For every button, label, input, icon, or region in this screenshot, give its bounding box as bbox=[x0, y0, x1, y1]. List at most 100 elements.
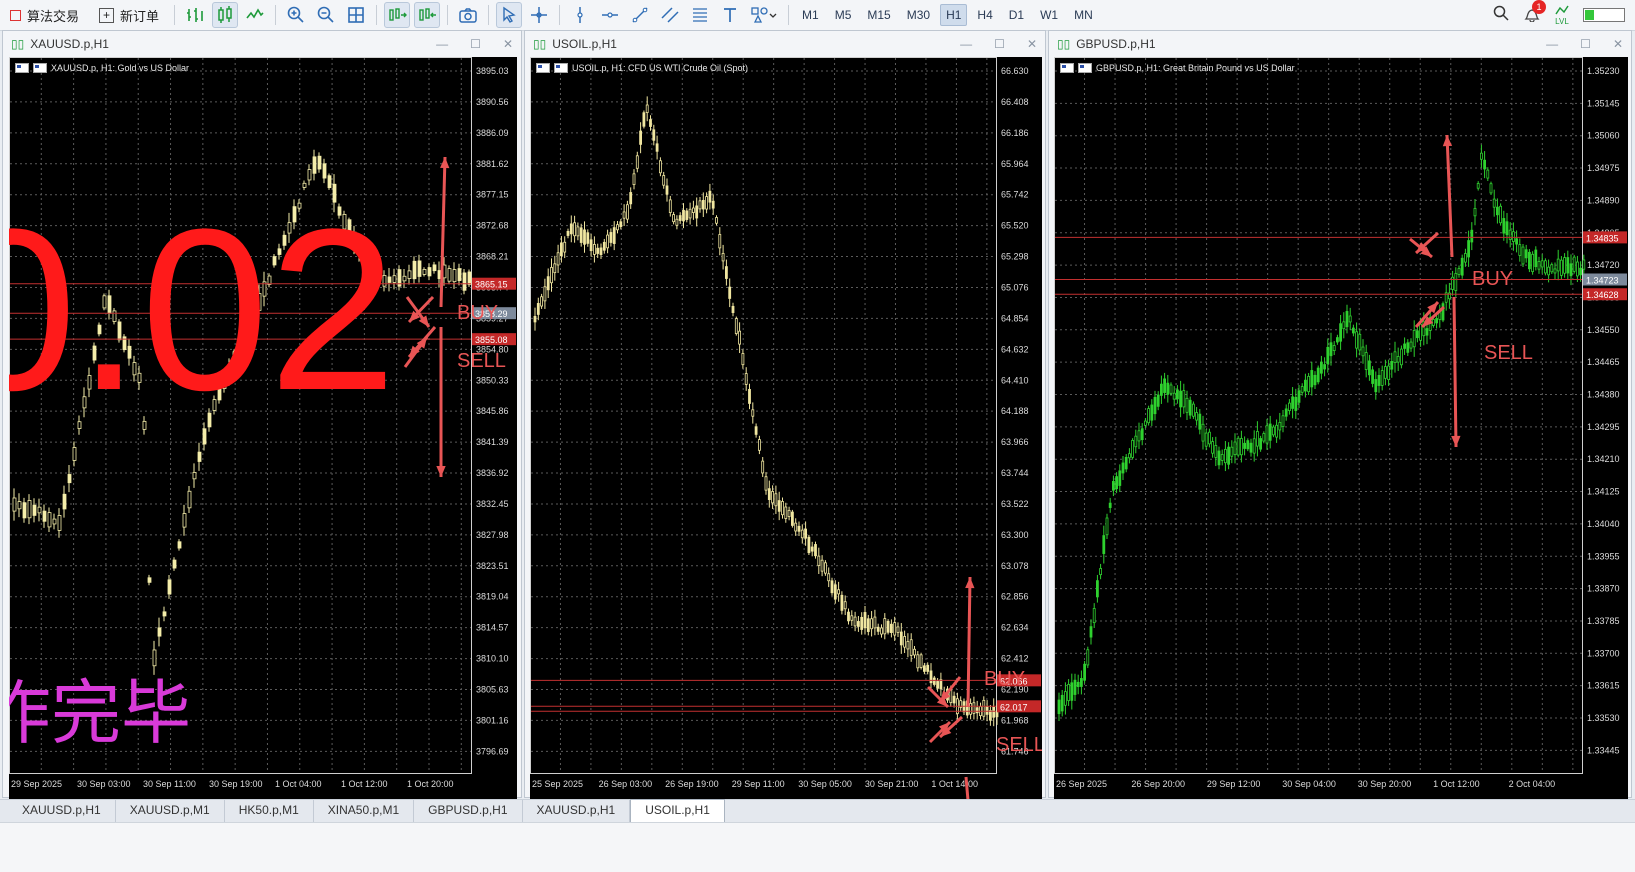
price-axis-tick: 1.34465 bbox=[1587, 357, 1620, 367]
candle-body bbox=[985, 706, 989, 715]
chart-window-xauusd[interactable]: ▯▯ XAUUSD.p,H1 — ☐ ✕ 3895.03 3890.56 3886.… bbox=[2, 30, 522, 799]
chart-tab[interactable]: XAUUSD.p,H1 bbox=[8, 800, 116, 822]
timeframe-m1-button[interactable]: M1 bbox=[796, 4, 825, 26]
candle-body bbox=[787, 510, 791, 517]
notifications-icon[interactable]: 1 bbox=[1523, 0, 1546, 27]
candle-body bbox=[840, 594, 844, 611]
chart-plot-area[interactable]: 3895.03 3890.56 3886.09 3881.62 3877.15 3872.… bbox=[9, 57, 517, 799]
candle-body bbox=[972, 702, 976, 714]
candle-body bbox=[1252, 438, 1256, 454]
tile-windows-icon[interactable] bbox=[343, 2, 369, 28]
candle-body bbox=[860, 616, 864, 630]
candle-body bbox=[1275, 424, 1279, 438]
timeframe-m15-button[interactable]: M15 bbox=[861, 4, 896, 26]
chart-tab[interactable]: XINA50.p,M1 bbox=[314, 800, 415, 822]
timeframe-w1-button[interactable]: W1 bbox=[1034, 4, 1064, 26]
shapes-dropdown-icon[interactable] bbox=[747, 2, 781, 28]
chart-window-usoil[interactable]: ▯▯ USOIL.p,H1 — ☐ ✕ 66.630 66.408 66.186 65… bbox=[524, 30, 1046, 799]
candle-body bbox=[612, 227, 616, 244]
candle-body bbox=[1236, 437, 1240, 456]
chart-shift-icon[interactable] bbox=[414, 2, 441, 28]
timeframe-d1-button[interactable]: D1 bbox=[1003, 4, 1030, 26]
candle-body bbox=[553, 263, 557, 274]
minimize-icon[interactable]: — bbox=[436, 37, 448, 51]
candle-body bbox=[1425, 328, 1429, 336]
timeframe-h1-button[interactable]: H1 bbox=[940, 4, 968, 26]
chart-plot-area[interactable]: 66.630 66.408 66.186 65.964 65.742 65.520 65.2… bbox=[530, 57, 1042, 799]
screenshot-camera-icon[interactable] bbox=[455, 2, 481, 28]
candle-body bbox=[616, 224, 619, 231]
chart-plot-area[interactable]: 1.35230 1.35145 1.35060 1.34975 1.34890 1.348… bbox=[1054, 57, 1628, 799]
candle-body bbox=[47, 512, 52, 528]
timeframe-m5-button[interactable]: M5 bbox=[829, 4, 858, 26]
close-icon[interactable]: ✕ bbox=[1027, 37, 1037, 51]
price-axis-tick: 3895.03 bbox=[476, 66, 509, 76]
candle-body bbox=[903, 636, 907, 648]
candlestick-chart-icon[interactable] bbox=[212, 2, 239, 28]
fibonacci-icon[interactable] bbox=[687, 2, 713, 28]
candle-body bbox=[1534, 249, 1538, 268]
chart-tab[interactable]: XAUUSD.p,H1 bbox=[523, 800, 631, 822]
candle-body bbox=[1399, 348, 1403, 366]
new-order-button[interactable]: + 新订单 bbox=[89, 0, 169, 30]
close-icon[interactable]: ✕ bbox=[1613, 37, 1623, 51]
crosshair-icon[interactable] bbox=[526, 2, 552, 28]
candle-body bbox=[1387, 365, 1391, 381]
cursor-arrow-icon[interactable] bbox=[496, 2, 523, 28]
window-title-bar[interactable]: ▯▯ XAUUSD.p,H1 — ☐ ✕ bbox=[3, 31, 521, 57]
window-title-bar[interactable]: ▯▯ GBPUSD.p,H1 — ☐ ✕ bbox=[1049, 31, 1631, 57]
price-chart-svg[interactable]: 3895.03 3890.56 3886.09 3881.62 3877.15 3872.… bbox=[9, 57, 517, 799]
vertical-line-icon[interactable] bbox=[567, 2, 593, 28]
candle-body bbox=[715, 217, 718, 224]
price-chart-svg[interactable]: 66.630 66.408 66.186 65.964 65.742 65.520 65.2… bbox=[530, 57, 1042, 799]
maximize-icon[interactable]: ☐ bbox=[1580, 37, 1591, 51]
annotation-arrowhead bbox=[436, 465, 446, 477]
price-axis-tick: 1.34125 bbox=[1587, 487, 1620, 497]
candle-body bbox=[1108, 502, 1112, 508]
chart-tab[interactable]: GBPUSD.p,H1 bbox=[414, 800, 523, 822]
candle-body bbox=[1204, 432, 1208, 447]
candle-body bbox=[771, 491, 775, 504]
timeframe-h4-button[interactable]: H4 bbox=[971, 4, 998, 26]
equidistant-channel-icon[interactable] bbox=[657, 2, 683, 28]
candle-body bbox=[1323, 364, 1327, 370]
line-chart-icon[interactable] bbox=[242, 2, 268, 28]
auto-scroll-icon[interactable] bbox=[384, 2, 411, 28]
maximize-icon[interactable]: ☐ bbox=[470, 37, 481, 51]
time-axis-tick: 30 Sep 20:00 bbox=[1358, 779, 1412, 789]
time-axis-tick: 26 Sep 03:00 bbox=[599, 779, 653, 789]
candle-body bbox=[1131, 440, 1134, 458]
chart-window-gbpusd[interactable]: ▯▯ GBPUSD.p,H1 — ☐ ✕ 1.35230 1.35145 1.350… bbox=[1048, 30, 1632, 799]
horizontal-line-icon[interactable] bbox=[597, 2, 623, 28]
chart-tab[interactable]: HK50.p,M1 bbox=[225, 800, 314, 822]
window-title-bar[interactable]: ▯▯ USOIL.p,H1 — ☐ ✕ bbox=[525, 31, 1045, 57]
candle-body bbox=[1521, 246, 1525, 265]
timeframe-m30-button[interactable]: M30 bbox=[901, 4, 936, 26]
bar-chart-icon[interactable] bbox=[182, 2, 208, 28]
minimize-icon[interactable]: — bbox=[960, 37, 972, 51]
candle-body bbox=[1083, 663, 1087, 681]
price-axis-tick: 3810.10 bbox=[476, 654, 509, 664]
minimize-icon[interactable]: — bbox=[1546, 37, 1558, 51]
candle-body bbox=[1150, 404, 1154, 421]
zoom-in-icon[interactable] bbox=[283, 2, 309, 28]
candle-body bbox=[402, 275, 407, 282]
close-icon[interactable]: ✕ bbox=[503, 37, 513, 51]
text-tool-icon[interactable] bbox=[717, 2, 743, 28]
candle-body bbox=[589, 239, 593, 252]
candle-body bbox=[1463, 253, 1467, 263]
price-axis-tick: 3886.09 bbox=[476, 128, 509, 138]
candle-body bbox=[1505, 221, 1509, 236]
candle-body bbox=[67, 474, 72, 484]
chart-tab[interactable]: XAUUSD.p,M1 bbox=[116, 800, 225, 822]
price-chart-svg[interactable]: 1.35230 1.35145 1.35060 1.34975 1.34890 1.348… bbox=[1054, 57, 1628, 799]
price-axis-tick: 3801.16 bbox=[476, 715, 509, 725]
trendline-icon[interactable] bbox=[627, 2, 653, 28]
chart-window-icon: ▯▯ bbox=[11, 37, 25, 51]
zoom-out-icon[interactable] bbox=[313, 2, 339, 28]
chart-tab[interactable]: USOIL.p,H1 bbox=[630, 799, 725, 822]
timeframe-mn-button[interactable]: MN bbox=[1068, 4, 1099, 26]
algo-trading-button[interactable]: 算法交易 bbox=[0, 0, 89, 30]
search-icon[interactable] bbox=[1493, 5, 1509, 26]
maximize-icon[interactable]: ☐ bbox=[994, 37, 1005, 51]
